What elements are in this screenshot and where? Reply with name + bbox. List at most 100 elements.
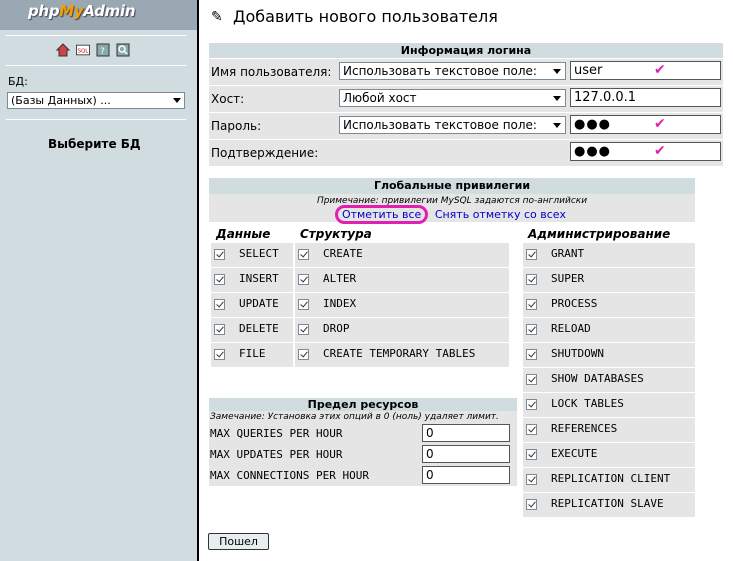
check-mark-icon: ✔	[654, 116, 666, 132]
privilege-select: SELECT	[211, 243, 293, 267]
svg-text:?: ?	[100, 47, 105, 57]
divider	[6, 65, 186, 66]
check-mark-icon: ✔	[654, 143, 666, 159]
privilege-shutdown: SHUTDOWN	[523, 343, 695, 367]
choose-db-text: Выберите БД	[48, 137, 141, 151]
resources-heading: Предел ресурсов	[209, 398, 517, 411]
page-title: Добавить нового пользователя	[233, 7, 498, 26]
privilege-checkbox[interactable]	[526, 249, 537, 260]
username-label: Имя пользователя:	[211, 65, 332, 79]
privilege-super: SUPER	[523, 268, 695, 292]
privilege-checkbox[interactable]	[526, 299, 537, 310]
privileges-heading: Глобальные привилегии	[209, 178, 695, 194]
login-heading: Информация логина	[209, 43, 723, 58]
db-select[interactable]: (Базы Данных) ...	[7, 92, 185, 109]
admin-group-label: Администрирование	[528, 227, 671, 241]
privilege-label: ALTER	[323, 272, 357, 285]
privilege-label: CREATE	[323, 247, 363, 260]
privilege-replication-client: REPLICATION CLIENT	[523, 468, 695, 492]
privilege-label: UPDATE	[239, 297, 279, 310]
privilege-label: SHUTDOWN	[551, 347, 604, 360]
privilege-label: FILE	[239, 347, 266, 360]
max-queries-label: MAX QUERIES PER HOUR	[210, 427, 343, 440]
divider	[6, 119, 186, 120]
privilege-checkbox[interactable]	[526, 474, 537, 485]
privilege-checkbox[interactable]	[298, 274, 309, 285]
privilege-checkbox[interactable]	[298, 324, 309, 335]
privilege-checkbox[interactable]	[526, 374, 537, 385]
host-label: Хост:	[211, 92, 245, 106]
host-row: Хост: Любой хост 127.0.0.1	[209, 86, 723, 112]
privilege-checkbox[interactable]	[214, 249, 225, 260]
confirm-password-input[interactable]: ●●●	[570, 142, 721, 161]
privilege-checkbox[interactable]	[214, 349, 225, 360]
privilege-delete: DELETE	[211, 318, 293, 342]
max-connections-input[interactable]: 0	[422, 466, 510, 484]
resource-limits-table: Предел ресурсов Замечание: Установка эти…	[209, 398, 517, 486]
max-updates-label: MAX UPDATES PER HOUR	[210, 448, 343, 461]
privilege-checkbox[interactable]	[526, 424, 537, 435]
help-icon[interactable]	[116, 43, 130, 57]
privilege-checkbox[interactable]	[526, 399, 537, 410]
phpmyadmin-logo[interactable]: phpMyAdmin	[28, 2, 136, 20]
privilege-label: REPLICATION SLAVE	[551, 497, 664, 510]
username-row: Имя пользователя: Использовать текстовое…	[209, 59, 723, 85]
max-queries-input[interactable]: 0	[422, 424, 510, 442]
privilege-checkbox[interactable]	[298, 349, 309, 360]
privileges-links: Отметить все Снять отметку со всех	[209, 205, 695, 224]
privilege-checkbox[interactable]	[526, 349, 537, 360]
structure-group-label: Структура	[300, 227, 372, 241]
privilege-checkbox[interactable]	[298, 299, 309, 310]
privilege-label: INDEX	[323, 297, 357, 310]
privilege-checkbox[interactable]	[214, 324, 225, 335]
check-all-link[interactable]: Отметить все	[334, 205, 429, 224]
svg-text:SQL: SQL	[78, 49, 88, 55]
privilege-checkbox[interactable]	[214, 274, 225, 285]
privilege-checkbox[interactable]	[298, 249, 309, 260]
user-add-icon: ✎	[211, 9, 223, 25]
password-label: Пароль:	[211, 119, 262, 133]
privileges-note: Примечание: привилегии MySQL задаются по…	[209, 194, 695, 208]
privilege-file: FILE	[211, 343, 293, 367]
privilege-label: GRANT	[551, 247, 585, 260]
host-mode-select[interactable]: Любой хост	[339, 89, 566, 107]
password-input[interactable]: ●●●	[570, 115, 721, 134]
privilege-label: CREATE TEMPORARY TABLES	[323, 347, 476, 360]
max-connections-row: MAX CONNECTIONS PER HOUR 0	[209, 465, 517, 486]
max-queries-row: MAX QUERIES PER HOUR 0	[209, 423, 517, 444]
privilege-checkbox[interactable]	[526, 274, 537, 285]
uncheck-all-link[interactable]: Снять отметку со всех	[432, 208, 569, 221]
sql-icon[interactable]: SQL	[76, 43, 90, 57]
sidebar: phpMyAdmin SQL ? БД: (Базы Данных) ... В…	[0, 0, 199, 561]
chevron-down-icon	[553, 96, 561, 101]
main-panel: ✎ Добавить нового пользователя Информаци…	[199, 0, 733, 561]
privilege-references: REFERENCES	[523, 418, 695, 442]
home-icon[interactable]	[56, 43, 70, 57]
privilege-label: REFERENCES	[551, 422, 618, 435]
host-input[interactable]: 127.0.0.1	[570, 88, 721, 107]
privilege-lock-tables: LOCK TABLES	[523, 393, 695, 417]
privilege-checkbox[interactable]	[526, 324, 537, 335]
chevron-down-icon	[173, 98, 181, 103]
privilege-checkbox[interactable]	[526, 449, 537, 460]
username-mode-select[interactable]: Использовать текстовое поле:	[339, 62, 566, 80]
username-input[interactable]: user	[570, 61, 721, 80]
submit-button[interactable]: Пошел	[208, 533, 269, 550]
privilege-label: SUPER	[551, 272, 585, 285]
privilege-execute: EXECUTE	[523, 443, 695, 467]
privilege-create: CREATE	[295, 243, 509, 267]
password-row: Пароль: Использовать текстовое поле: ●●●…	[209, 113, 723, 139]
privilege-label: RELOAD	[551, 322, 591, 335]
privilege-label: LOCK TABLES	[551, 397, 624, 410]
privilege-label: EXECUTE	[551, 447, 598, 460]
password-mode-select[interactable]: Использовать текстовое поле:	[339, 116, 566, 134]
privilege-label: SHOW DATABASES	[551, 372, 644, 385]
chevron-down-icon	[553, 123, 561, 128]
max-updates-input[interactable]: 0	[422, 445, 510, 463]
nav-icons: SQL ?	[56, 43, 130, 57]
privilege-update: UPDATE	[211, 293, 293, 317]
privilege-checkbox[interactable]	[526, 499, 537, 510]
privilege-alter: ALTER	[295, 268, 509, 292]
privilege-checkbox[interactable]	[214, 299, 225, 310]
docs-icon[interactable]: ?	[96, 43, 110, 57]
